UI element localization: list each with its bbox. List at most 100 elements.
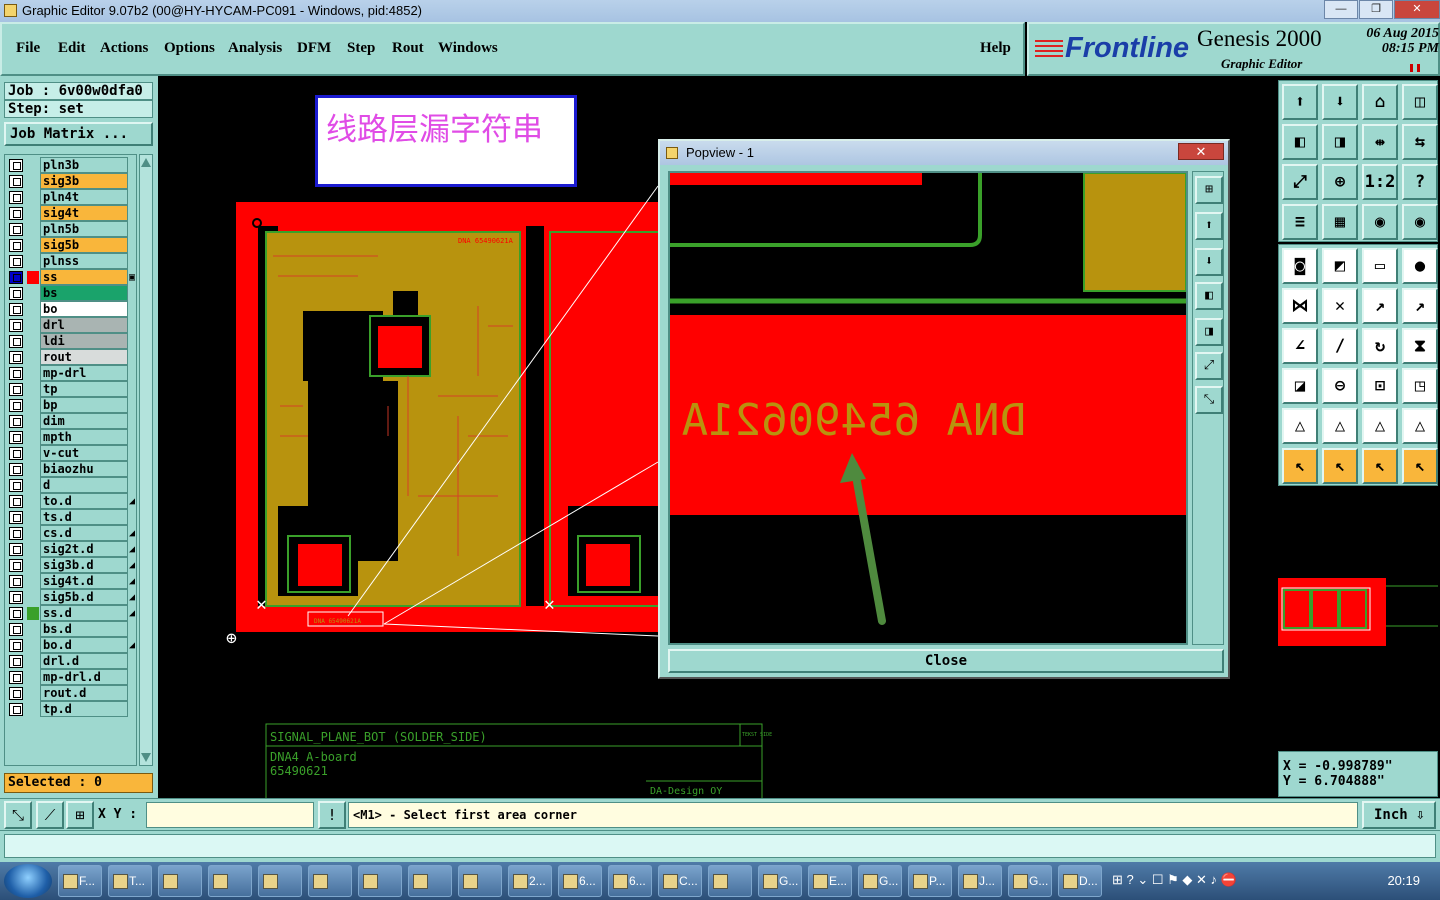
layer-name[interactable]: sig4t bbox=[40, 205, 128, 221]
popview-pan-left-button[interactable]: ◧ bbox=[1195, 282, 1223, 310]
tool-button[interactable]: ↗ bbox=[1402, 288, 1438, 324]
layer-row[interactable]: ss.d ◢ bbox=[5, 605, 136, 621]
job-matrix-button[interactable]: Job Matrix ... bbox=[4, 122, 153, 146]
tool-button[interactable]: ◳ bbox=[1402, 368, 1438, 404]
layer-name[interactable]: ss.d bbox=[40, 605, 128, 621]
tool-button[interactable]: ↖ bbox=[1362, 448, 1398, 484]
layer-row[interactable]: drl.d bbox=[5, 653, 136, 669]
layer-row[interactable]: mpth bbox=[5, 429, 136, 445]
menu-dfm[interactable]: DFM bbox=[297, 40, 331, 57]
layer-name[interactable]: ts.d bbox=[40, 509, 128, 525]
tool-button[interactable]: ⊖ bbox=[1322, 368, 1358, 404]
tool-button[interactable]: ● bbox=[1402, 248, 1438, 284]
layer-checkbox[interactable] bbox=[9, 559, 23, 572]
layer-name[interactable]: sig4t.d bbox=[40, 573, 128, 589]
layer-row[interactable]: plnss bbox=[5, 253, 136, 269]
layer-scrollbar[interactable] bbox=[139, 154, 153, 766]
layer-name[interactable]: bs.d bbox=[40, 621, 128, 637]
layer-checkbox[interactable] bbox=[9, 207, 23, 220]
taskbar-button[interactable]: T... bbox=[108, 865, 152, 897]
layer-name[interactable]: rout.d bbox=[40, 685, 128, 701]
tool-button[interactable]: ⊕ bbox=[1322, 164, 1358, 200]
tool-button[interactable]: ⬇ bbox=[1322, 84, 1358, 120]
layer-checkbox[interactable] bbox=[9, 255, 23, 268]
layer-checkbox[interactable] bbox=[9, 175, 23, 188]
layer-row[interactable]: sig5b.d ◢ bbox=[5, 589, 136, 605]
layer-name[interactable]: drl bbox=[40, 317, 128, 333]
taskbar-button[interactable] bbox=[408, 865, 452, 897]
menu-options[interactable]: Options bbox=[164, 40, 215, 57]
taskbar-button[interactable]: 6... bbox=[558, 865, 602, 897]
layer-row[interactable]: sig4t.d ◢ bbox=[5, 573, 136, 589]
menu-actions[interactable]: Actions bbox=[100, 40, 148, 57]
layer-checkbox[interactable] bbox=[9, 591, 23, 604]
popview-close-icon[interactable]: ✕ bbox=[1178, 143, 1224, 160]
layer-checkbox[interactable] bbox=[9, 687, 23, 700]
start-button[interactable] bbox=[4, 864, 52, 898]
layer-checkbox[interactable] bbox=[9, 639, 23, 652]
layer-checkbox[interactable] bbox=[9, 447, 23, 460]
tool-button[interactable]: ⇹ bbox=[1362, 124, 1398, 160]
layer-name[interactable]: drl.d bbox=[40, 653, 128, 669]
tool-button[interactable]: ◙ bbox=[1282, 248, 1318, 284]
taskbar-button[interactable]: 2... bbox=[508, 865, 552, 897]
layer-checkbox[interactable] bbox=[9, 239, 23, 252]
grid-button[interactable]: ⊞ bbox=[66, 801, 94, 829]
layer-name[interactable]: bo bbox=[40, 301, 128, 317]
layer-name[interactable]: ldi bbox=[40, 333, 128, 349]
tool-button[interactable]: ◩ bbox=[1322, 248, 1358, 284]
tool-button[interactable]: ▦ bbox=[1322, 204, 1358, 240]
layer-checkbox[interactable] bbox=[9, 527, 23, 540]
taskbar-button[interactable]: 6... bbox=[608, 865, 652, 897]
layer-checkbox[interactable] bbox=[9, 495, 23, 508]
tool-button[interactable]: ⧗ bbox=[1402, 328, 1438, 364]
tool-button[interactable]: ↗ bbox=[1362, 288, 1398, 324]
menu-step[interactable]: Step bbox=[347, 40, 375, 57]
layer-row[interactable]: mp-drl bbox=[5, 365, 136, 381]
layer-row[interactable]: tp.d bbox=[5, 701, 136, 717]
tool-button[interactable]: △ bbox=[1362, 408, 1398, 444]
taskbar-button[interactable]: D... bbox=[1058, 865, 1102, 897]
layer-name[interactable]: d bbox=[40, 477, 128, 493]
layer-name[interactable]: tp.d bbox=[40, 701, 128, 717]
layer-checkbox[interactable] bbox=[9, 655, 23, 668]
layer-name[interactable]: tp bbox=[40, 381, 128, 397]
layer-row[interactable]: ss ▣ bbox=[5, 269, 136, 285]
pause-indicator-icon[interactable] bbox=[1410, 64, 1420, 72]
tool-button[interactable]: ↖ bbox=[1282, 448, 1318, 484]
taskbar-button[interactable] bbox=[208, 865, 252, 897]
taskbar-button[interactable] bbox=[458, 865, 502, 897]
layer-row[interactable]: bo bbox=[5, 301, 136, 317]
tool-button[interactable]: △ bbox=[1322, 408, 1358, 444]
tool-button[interactable]: ⬆ bbox=[1282, 84, 1318, 120]
layer-checkbox[interactable] bbox=[9, 511, 23, 524]
menu-rout[interactable]: Rout bbox=[392, 40, 424, 57]
tool-button[interactable]: ◉ bbox=[1362, 204, 1398, 240]
layer-row[interactable]: rout.d bbox=[5, 685, 136, 701]
tool-button[interactable]: ◧ bbox=[1282, 124, 1318, 160]
layer-row[interactable]: pln3b bbox=[5, 157, 136, 173]
tool-button[interactable]: ⊡ bbox=[1362, 368, 1398, 404]
layer-checkbox[interactable] bbox=[9, 671, 23, 684]
layer-checkbox[interactable] bbox=[9, 415, 23, 428]
layer-row[interactable]: sig2t.d ◢ bbox=[5, 541, 136, 557]
unit-select[interactable]: Inch ⇩ bbox=[1362, 801, 1436, 829]
layer-name[interactable]: sig5b.d bbox=[40, 589, 128, 605]
layer-row[interactable]: bs bbox=[5, 285, 136, 301]
taskbar-button[interactable] bbox=[708, 865, 752, 897]
layer-name[interactable]: sig5b bbox=[40, 237, 128, 253]
layer-checkbox[interactable] bbox=[9, 287, 23, 300]
tool-button[interactable]: ↖ bbox=[1402, 448, 1438, 484]
layer-row[interactable]: mp-drl.d bbox=[5, 669, 136, 685]
layer-checkbox[interactable] bbox=[9, 463, 23, 476]
tool-button[interactable]: ⤢ bbox=[1282, 164, 1318, 200]
layer-checkbox[interactable] bbox=[9, 703, 23, 716]
popview-zoom-in-button[interactable]: ⤢ bbox=[1195, 352, 1223, 380]
tool-button[interactable]: ∠ bbox=[1282, 328, 1318, 364]
layer-checkbox[interactable] bbox=[9, 271, 23, 284]
layer-checkbox[interactable] bbox=[9, 223, 23, 236]
layer-name[interactable]: bp bbox=[40, 397, 128, 413]
layer-checkbox[interactable] bbox=[9, 623, 23, 636]
close-window-button[interactable]: ✕ bbox=[1394, 0, 1440, 19]
layer-row[interactable]: sig3b bbox=[5, 173, 136, 189]
